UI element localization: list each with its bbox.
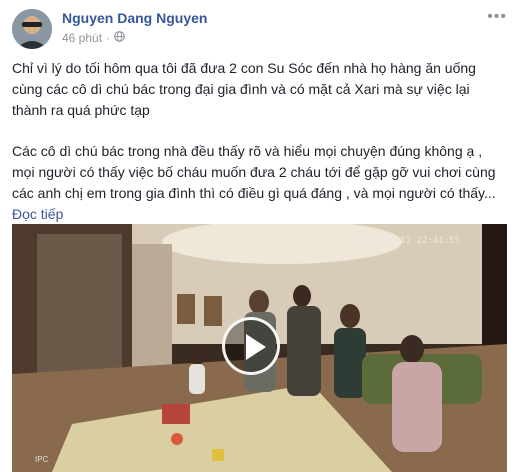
video-watermark: IPC [35,455,49,464]
play-icon[interactable] [222,317,280,375]
play-triangle [246,334,266,360]
post-paragraph-2-text: Các cô dì chú bác trong nhà đều thấy rõ … [12,143,496,201]
post-meta: 46 phút · [62,31,125,45]
author-name[interactable]: Nguyen Dang Nguyen [62,10,207,26]
post-paragraph-1: Chỉ vì lý do tối hôm qua tôi đã đưa 2 co… [12,60,476,118]
more-options-icon[interactable]: ••• [487,8,507,26]
avatar[interactable] [12,9,52,49]
video-timestamp: 2018-05-12 22:41:55 [357,236,460,246]
read-more-link[interactable]: Đọc tiếp [12,204,507,225]
separator: · [106,31,111,45]
globe-icon[interactable] [114,31,125,45]
facebook-post: Nguyen Dang Nguyen 46 phút · ••• Chỉ vì … [0,0,517,472]
post-paragraph-2: Các cô dì chú bác trong nhà đều thấy rõ … [12,141,507,225]
post-time[interactable]: 46 phút [62,31,102,45]
